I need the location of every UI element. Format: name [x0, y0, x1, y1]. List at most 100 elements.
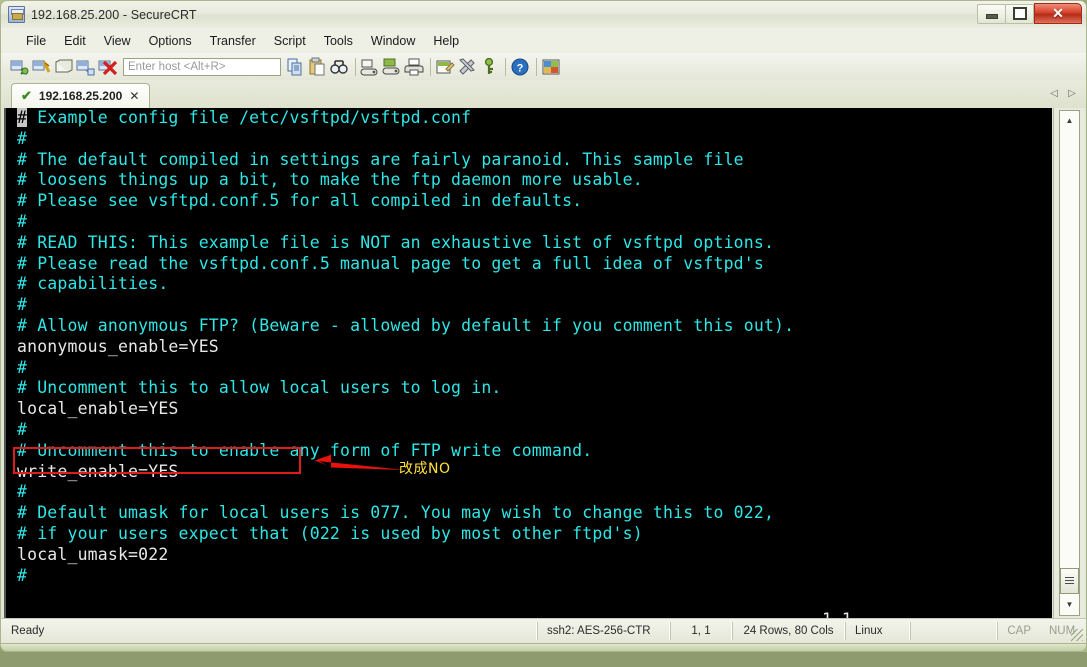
minimize-button[interactable]	[977, 3, 1006, 24]
key-icon[interactable]	[479, 57, 499, 77]
terminal-text: # The default compiled in settings are f…	[17, 149, 744, 169]
scrollbar-down-arrow[interactable]: ▼	[1060, 596, 1079, 612]
terminal-line: # Please see vsftpd.conf.5 for all compi…	[6, 191, 1052, 212]
find-icon[interactable]	[329, 57, 349, 77]
terminal-line: # capabilities.	[6, 274, 1052, 295]
host-placeholder: Enter host <Alt+R>	[128, 60, 226, 73]
resize-grip[interactable]	[1071, 629, 1083, 641]
scrollbar-up-arrow[interactable]: ▲	[1060, 112, 1079, 128]
paste-icon[interactable]	[307, 57, 327, 77]
terminal-line: write_enable=YES	[6, 462, 1052, 483]
status-bar: Ready ssh2: AES-256-CTR 1, 1 24 Rows, 80…	[0, 618, 1087, 644]
menu-options[interactable]: Options	[140, 31, 201, 51]
terminal-line: #	[6, 212, 1052, 233]
window-bottom-edge	[0, 644, 1087, 652]
terminal-line: # Allow anonymous FTP? (Beware - allowed…	[6, 316, 1052, 337]
svg-text:?: ?	[517, 62, 524, 74]
terminal-line: #	[6, 482, 1052, 503]
terminal-line: # Uncomment this to allow local users to…	[6, 378, 1052, 399]
copy-icon[interactable]	[285, 57, 305, 77]
terminal-line: #	[6, 420, 1052, 441]
print-screen-icon[interactable]	[360, 57, 380, 77]
check-icon: ✔	[21, 88, 32, 103]
terminal-line: # if your users expect that (022 is used…	[6, 524, 1052, 545]
terminal-cursor: #	[17, 108, 28, 127]
connect-icon[interactable]	[9, 57, 29, 77]
terminal-text: #	[17, 211, 28, 231]
quick-connect-icon[interactable]	[31, 57, 51, 77]
host-input[interactable]: Enter host <Alt+R>	[123, 57, 281, 76]
global-options-icon[interactable]	[457, 57, 477, 77]
menu-view[interactable]: View	[95, 31, 140, 51]
menu-edit[interactable]: Edit	[55, 31, 95, 51]
terminal-line: #	[6, 129, 1052, 150]
terminal-text: # if your users expect that (022 is used…	[17, 523, 643, 543]
help-icon[interactable]: ?	[510, 57, 530, 77]
terminal-text: # Allow anonymous FTP? (Beware - allowed…	[17, 315, 795, 335]
log-session-icon[interactable]	[382, 57, 402, 77]
close-button[interactable]: ✕	[1034, 3, 1082, 24]
terminal-screen[interactable]: # Example config file /etc/vsftpd/vsftpd…	[4, 108, 1052, 618]
terminal-text: #	[17, 482, 28, 502]
tab-navigation: ◁ ▷	[1046, 84, 1080, 102]
terminal-text: # capabilities.	[17, 274, 169, 294]
menu-help[interactable]: Help	[424, 31, 468, 51]
desktop-icon[interactable]	[541, 57, 561, 77]
print-icon[interactable]	[404, 57, 424, 77]
status-cursor: 1, 1	[670, 622, 732, 640]
tab-close-icon[interactable]: ✕	[129, 89, 139, 103]
terminal-text: #	[17, 565, 28, 585]
menu-bar: File Edit View Options Transfer Script T…	[0, 28, 1087, 53]
tab-prev-button[interactable]: ◁	[1046, 84, 1062, 102]
terminal-line: #	[6, 566, 1052, 587]
tab-label: 192.168.25.200	[38, 89, 123, 103]
tool-bar: Enter host <Alt+R> ?	[0, 53, 1087, 80]
status-emulation: Linux	[845, 622, 910, 640]
terminal-line: # READ THIS: This example file is NOT an…	[6, 233, 1052, 254]
terminal-text: #	[17, 419, 28, 439]
terminal-line: #	[6, 295, 1052, 316]
disconnect-icon[interactable]	[97, 57, 118, 77]
title-bar: 192.168.25.200 - SecureCRT ✕	[0, 0, 1087, 28]
terminal-scrollbar[interactable]: ▲ ▼	[1053, 108, 1085, 618]
terminal-text: # READ THIS: This example file is NOT an…	[17, 232, 775, 252]
toolbar-separator	[536, 57, 537, 76]
menu-file[interactable]: File	[17, 31, 55, 51]
window-controls: ✕	[977, 3, 1082, 24]
terminal-line: # Uncomment this to enable any form of F…	[6, 441, 1052, 462]
scrollbar-track[interactable]	[1059, 110, 1080, 616]
connect-sftp-icon[interactable]	[75, 57, 95, 77]
annotation-label: 改成NO	[399, 461, 451, 477]
tab-bar: ✔ 192.168.25.200 ✕ ◁ ▷	[0, 80, 1087, 108]
terminal-line: # The default compiled in settings are f…	[6, 150, 1052, 171]
tab-192-168-25-200[interactable]: ✔ 192.168.25.200 ✕	[11, 83, 151, 108]
terminal-text: #	[17, 357, 28, 377]
terminal-text: write_enable=YES	[17, 461, 179, 481]
terminal-line: # Default umask for local users is 077. …	[6, 503, 1052, 524]
status-caps-lock: CAP	[997, 622, 1040, 640]
toolbar-separator	[505, 57, 506, 76]
terminal-text: # loosens things up a bit, to make the f…	[17, 170, 643, 190]
terminal-text: #	[17, 128, 28, 148]
menu-script[interactable]: Script	[265, 31, 315, 51]
terminal-line: anonymous_enable=YES	[6, 337, 1052, 358]
session-options-icon[interactable]	[435, 57, 455, 77]
terminal-text: # Default umask for local users is 077. …	[17, 503, 775, 523]
terminal-area: # Example config file /etc/vsftpd/vsftpd…	[0, 108, 1087, 648]
menu-transfer[interactable]: Transfer	[201, 31, 265, 51]
maximize-button[interactable]	[1005, 3, 1034, 24]
terminal-text: # Uncomment this to enable any form of F…	[17, 440, 593, 460]
menu-window[interactable]: Window	[362, 31, 424, 51]
connect-in-tab-icon[interactable]	[53, 57, 73, 77]
terminal-text: anonymous_enable=YES	[17, 336, 219, 356]
status-protocol: ssh2: AES-256-CTR	[537, 622, 670, 640]
tab-next-button[interactable]: ▷	[1064, 84, 1080, 102]
status-ready: Ready	[1, 622, 537, 640]
terminal-text: Example config file /etc/vsftpd/vsftpd.c…	[27, 108, 472, 127]
app-icon	[8, 6, 25, 23]
terminal-line: # Please read the vsftpd.conf.5 manual p…	[6, 254, 1052, 275]
scrollbar-thumb[interactable]	[1060, 568, 1079, 594]
vim-status-line: 1,1 Top	[4, 591, 1052, 648]
status-size: 24 Rows, 80 Cols	[732, 622, 845, 640]
menu-tools[interactable]: Tools	[315, 31, 362, 51]
